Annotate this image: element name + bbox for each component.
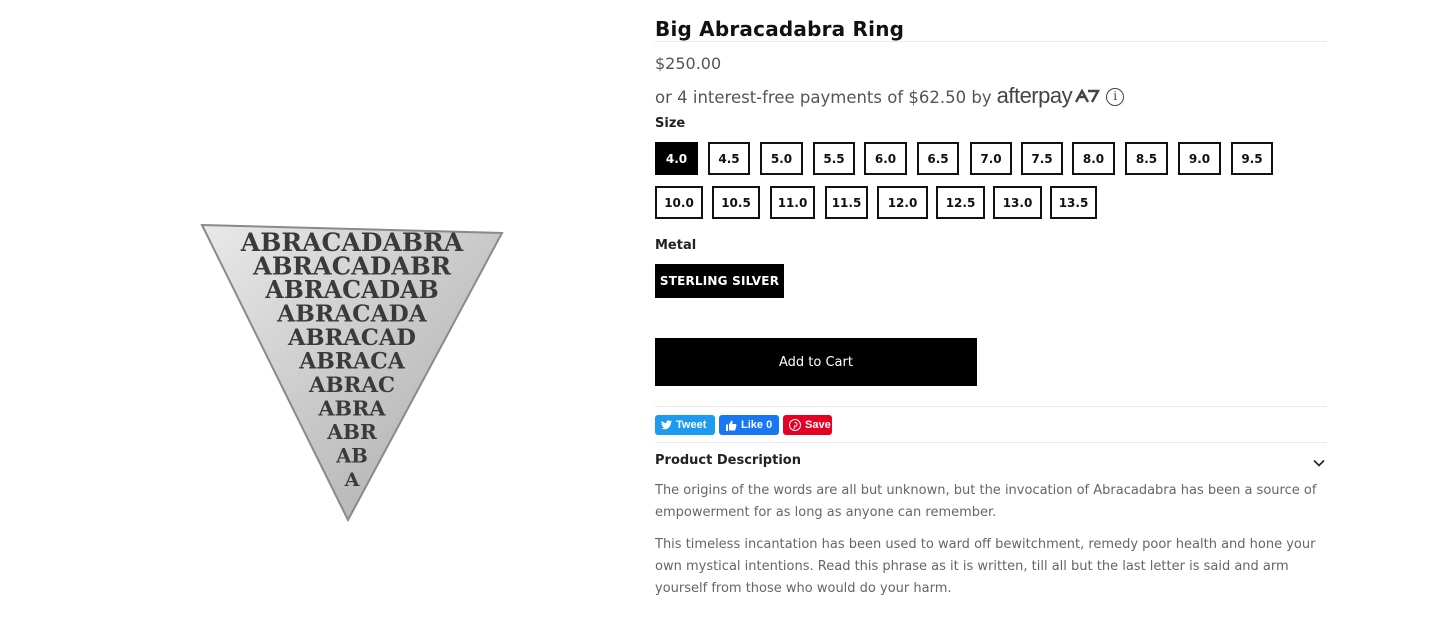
like-label: Like 0 [741,419,773,431]
inscription-line: ABRACAD [287,325,416,351]
afterpay-text: or 4 interest-free payments of $62.50 by [655,87,992,107]
inscription-line: A [344,469,360,491]
size-option-7-0[interactable]: 7.0 [970,142,1012,175]
size-option-6-0[interactable]: 6.0 [864,142,907,175]
size-option-11-0[interactable]: 11.0 [770,186,815,219]
chevron-down-icon[interactable] [1312,456,1326,470]
inscription-line: ABRACADA [276,301,427,328]
size-option-13-0[interactable]: 13.0 [993,186,1042,219]
inscription-line: ABRA [317,396,386,421]
inscription-line: AB [335,445,368,468]
size-option-5-5[interactable]: 5.5 [813,142,855,175]
size-option-10-5[interactable]: 10.5 [712,186,760,219]
info-icon[interactable]: i [1106,88,1125,106]
size-option-8-5[interactable]: 8.5 [1125,142,1168,175]
inscription-line: ABR [326,420,377,444]
abracadabra-ring-image: ABRACADABRAABRACADABRABRACADABABRACADAAB… [200,223,504,523]
inscription-line: ABRAC [308,373,395,398]
size-option-13-5[interactable]: 13.5 [1050,186,1097,219]
size-option-4-0[interactable]: 4.0 [655,142,698,175]
tweet-label: Tweet [676,419,707,431]
divider [655,442,1327,443]
size-option-6-5[interactable]: 6.5 [917,142,959,175]
size-option-9-0[interactable]: 9.0 [1178,142,1221,175]
size-option-10-0[interactable]: 10.0 [655,186,703,219]
description-paragraph: This timeless incantation has been used … [655,537,1316,596]
size-option-12-0[interactable]: 12.0 [877,186,928,219]
product-description-heading[interactable]: Product Description [655,453,801,468]
size-option-8-0[interactable]: 8.0 [1072,142,1115,175]
pinterest-icon [789,419,801,431]
afterpay-logo: afterpay [996,83,1073,108]
description-paragraph: The origins of the words are all but unk… [655,483,1317,520]
metal-option-sterling-silver[interactable]: STERLING SILVER [655,264,784,298]
size-option-7-5[interactable]: 7.5 [1021,142,1063,175]
size-option-12-5[interactable]: 12.5 [936,186,985,219]
size-option-9-5[interactable]: 9.5 [1231,142,1273,175]
thumbs-up-icon [726,420,737,431]
add-to-cart-button[interactable]: Add to Cart [655,338,977,386]
divider [655,406,1327,407]
save-label: Save [805,419,831,431]
size-option-4-5[interactable]: 4.5 [708,142,750,175]
inscription-line: ABRACA [298,349,406,375]
product-title: Big Abracadabra Ring [655,17,905,41]
facebook-like-button[interactable]: Like 0 [719,415,779,435]
product-price: $250.00 [655,54,722,73]
pinterest-save-button[interactable]: Save [783,415,832,435]
afterpay-message: or 4 interest-free payments of $62.50 by… [655,83,1125,110]
social-share: Tweet Like 0 Save [655,415,832,435]
title-divider [655,41,1327,42]
size-option-5-0[interactable]: 5.0 [760,142,803,175]
tweet-button[interactable]: Tweet [655,415,715,435]
size-option-11-5[interactable]: 11.5 [825,186,868,219]
product-image[interactable]: ABRACADABRA ABRACADABR ABRACADAB ABRACADA AB… [0,0,640,627]
metal-label: Metal [655,238,697,253]
afterpay-logo-icon [1074,88,1101,108]
twitter-bird-icon [661,420,672,430]
size-label: Size [655,116,686,131]
